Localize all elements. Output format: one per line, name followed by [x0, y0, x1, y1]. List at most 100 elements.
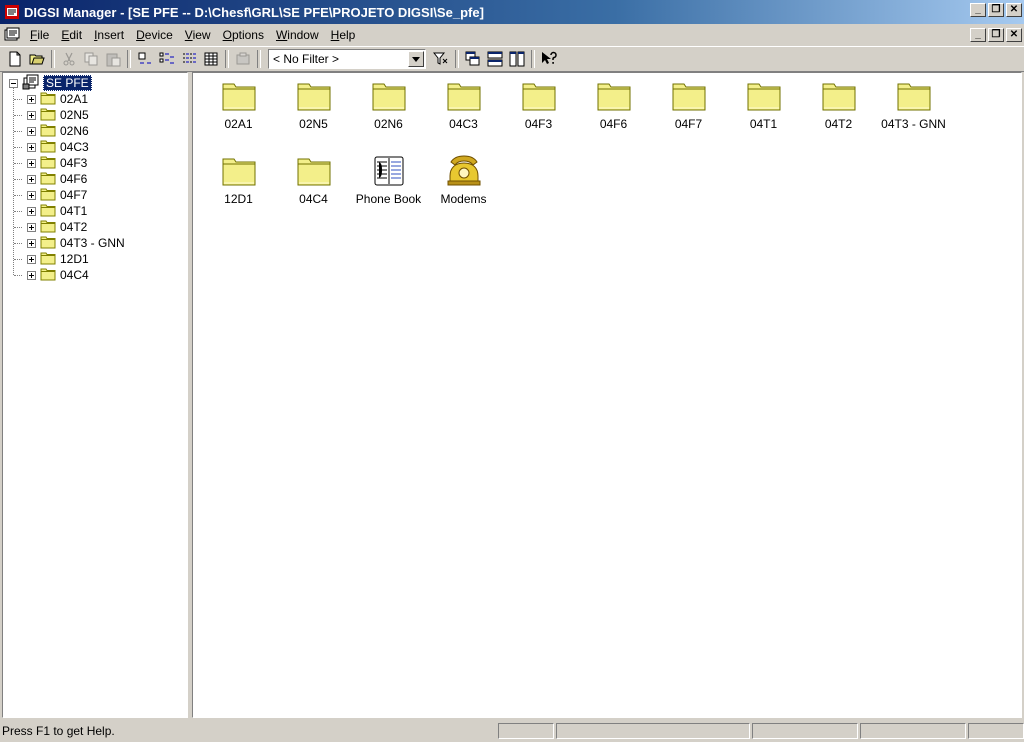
list-item-label: 04T3 - GNN — [881, 117, 946, 131]
tree-item-04f3[interactable]: 04F3 — [27, 155, 125, 171]
expand-toggle-icon[interactable] — [27, 270, 36, 280]
folder-icon — [40, 123, 56, 140]
list-item-label: 04C4 — [299, 192, 328, 206]
expand-toggle-icon[interactable] — [27, 94, 36, 104]
tree-item-04t3-gnn[interactable]: 04T3 - GNN — [27, 235, 125, 251]
document-system-icon[interactable] — [4, 27, 20, 43]
list-item-label: 04F6 — [599, 117, 628, 131]
list-item-label: 04C3 — [449, 117, 478, 131]
expand-toggle-icon[interactable] — [27, 206, 36, 216]
filter-select[interactable]: < No Filter > — [268, 49, 426, 69]
tree-item-12d1[interactable]: 12D1 — [27, 251, 125, 267]
expand-toggle-icon[interactable] — [27, 142, 36, 152]
restore-button[interactable]: ❐ — [988, 3, 1004, 17]
list-item-modems[interactable]: Modems — [426, 152, 501, 227]
menu-window[interactable]: Window — [270, 25, 325, 45]
details-view-button[interactable] — [200, 48, 222, 70]
tree-item-04f6[interactable]: 04F6 — [27, 171, 125, 187]
tree-connector-line — [14, 275, 22, 277]
expand-toggle-icon[interactable] — [27, 238, 36, 248]
folder-icon — [40, 235, 56, 252]
project-icon — [22, 74, 40, 93]
paste-button[interactable] — [102, 48, 124, 70]
list-item-02n6[interactable]: 02N6 — [351, 77, 426, 152]
menu-view[interactable]: View — [179, 25, 217, 45]
tile-horizontal-icon — [487, 51, 503, 67]
copy-icon — [84, 52, 98, 66]
tree-item-04t1[interactable]: 04T1 — [27, 203, 125, 219]
tree-root-node[interactable]: SE PFE — [9, 74, 92, 93]
dropdown-arrow-button[interactable] — [408, 51, 424, 67]
tree-root-label[interactable]: SE PFE — [43, 75, 92, 91]
list-item-label: 04T1 — [749, 117, 778, 131]
device-button[interactable] — [232, 48, 254, 70]
menu-options[interactable]: Options — [217, 25, 270, 45]
menu-file[interactable]: File — [24, 25, 55, 45]
menu-insert[interactable]: Insert — [88, 25, 130, 45]
new-button[interactable] — [4, 48, 26, 70]
tree-item-label: 04T1 — [60, 204, 88, 218]
content-pane[interactable]: 02A1 02N5 02N6 04C3 04F3 04F6 04F7 04T1 04T2 04T3… — [192, 72, 1022, 718]
modem-phone-icon — [446, 152, 482, 186]
document-close-button[interactable]: ✕ — [1006, 28, 1022, 42]
toolbar: < No Filter > — [0, 46, 1024, 72]
menu-device[interactable]: Device — [130, 25, 179, 45]
collapse-toggle-icon[interactable] — [9, 78, 18, 88]
expand-toggle-icon[interactable] — [27, 222, 36, 232]
tree-item-04f7[interactable]: 04F7 — [27, 187, 125, 203]
expand-toggle-icon[interactable] — [27, 190, 36, 200]
open-button[interactable] — [26, 48, 48, 70]
tree-connector-line — [14, 243, 22, 245]
menu-edit[interactable]: Edit — [55, 25, 88, 45]
title-bar[interactable]: DIGSI Manager - [SE PFE -- D:\Chesf\GRL\… — [0, 0, 1024, 24]
list-item-12d1[interactable]: 12D1 — [201, 152, 276, 227]
list-item-phone-book[interactable]: Phone Book — [351, 152, 426, 227]
list-view-button[interactable] — [178, 48, 200, 70]
status-panel — [498, 722, 554, 739]
tree-item-04t2[interactable]: 04T2 — [27, 219, 125, 235]
scissors-icon — [63, 52, 75, 66]
list-item-04c3[interactable]: 04C3 — [426, 77, 501, 152]
tree-item-04c4[interactable]: 04C4 — [27, 267, 125, 283]
document-minimize-button[interactable]: _ — [970, 28, 986, 42]
cascade-button[interactable] — [462, 48, 484, 70]
list-item-02n5[interactable]: 02N5 — [276, 77, 351, 152]
tree-item-label: 04T2 — [60, 220, 88, 234]
window-title: DIGSI Manager - [SE PFE -- D:\Chesf\GRL\… — [24, 4, 484, 20]
minimize-button[interactable]: _ — [970, 3, 986, 17]
expand-toggle-icon[interactable] — [27, 254, 36, 264]
list-item-02a1[interactable]: 02A1 — [201, 77, 276, 152]
list-item-label: Phone Book — [355, 192, 422, 206]
list-item-04f7[interactable]: 04F7 — [651, 77, 726, 152]
large-icons-button[interactable] — [134, 48, 156, 70]
digsi-app-icon[interactable] — [4, 4, 20, 20]
filter-settings-button[interactable] — [430, 48, 452, 70]
menu-help[interactable]: Help — [325, 25, 362, 45]
copy-button[interactable] — [80, 48, 102, 70]
tree-item-02a1[interactable]: 02A1 — [27, 91, 125, 107]
tree-item-04c3[interactable]: 04C3 — [27, 139, 125, 155]
document-restore-button[interactable]: ❐ — [988, 28, 1004, 42]
cut-button[interactable] — [58, 48, 80, 70]
expand-toggle-icon[interactable] — [27, 158, 36, 168]
tile-vertical-button[interactable] — [506, 48, 528, 70]
new-document-icon — [9, 51, 21, 67]
expand-toggle-icon[interactable] — [27, 110, 36, 120]
expand-toggle-icon[interactable] — [27, 126, 36, 136]
tree-connector-line — [14, 227, 22, 229]
list-item-04f6[interactable]: 04F6 — [576, 77, 651, 152]
list-item-04f3[interactable]: 04F3 — [501, 77, 576, 152]
project-tree[interactable]: SE PFE 02A1 02N5 02N6 04C3 04F3 04F6 04F7 04T1 0… — [2, 72, 188, 718]
expand-toggle-icon[interactable] — [27, 174, 36, 184]
tree-item-02n6[interactable]: 02N6 — [27, 123, 125, 139]
details-view-icon — [204, 52, 218, 66]
small-icons-button[interactable] — [156, 48, 178, 70]
tile-horizontal-button[interactable] — [484, 48, 506, 70]
list-item-04t3-gnn[interactable]: 04T3 - GNN — [876, 77, 951, 152]
list-item-04c4[interactable]: 04C4 — [276, 152, 351, 227]
list-item-04t1[interactable]: 04T1 — [726, 77, 801, 152]
tree-item-02n5[interactable]: 02N5 — [27, 107, 125, 123]
list-item-04t2[interactable]: 04T2 — [801, 77, 876, 152]
context-help-button[interactable] — [538, 48, 560, 70]
close-button[interactable]: ✕ — [1006, 3, 1022, 17]
